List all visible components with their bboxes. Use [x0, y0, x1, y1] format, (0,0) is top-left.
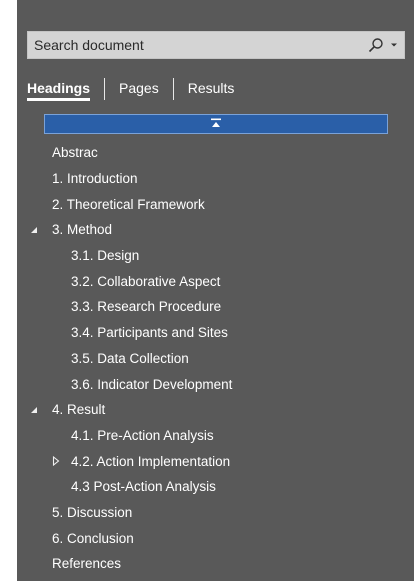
heading-item-collaborative-aspect[interactable]: 3.2. Collaborative Aspect [17, 268, 414, 294]
tab-headings[interactable]: Headings [27, 78, 91, 101]
heading-label: Abstrac [52, 145, 98, 161]
tab-divider [172, 78, 174, 100]
heading-label: 3.4. Participants and Sites [71, 325, 228, 341]
heading-item-data-collection[interactable]: 3.5. Data Collection [17, 346, 414, 372]
caret-down-icon[interactable] [390, 41, 398, 49]
search-icon[interactable] [368, 37, 384, 53]
heading-item-research-procedure[interactable]: 3.3. Research Procedure [17, 294, 414, 320]
tab-divider [104, 78, 106, 100]
search-input[interactable]: Search document [34, 37, 368, 53]
navigation-pane: Search document Headings Pages Results A… [17, 0, 414, 581]
heading-item-conclusion[interactable]: 6. Conclusion [17, 525, 414, 551]
expanded-triangle-icon[interactable] [30, 226, 52, 234]
collapse-up-icon [210, 115, 222, 133]
heading-label: 3.5. Data Collection [71, 350, 189, 366]
heading-item-discussion[interactable]: 5. Discussion [17, 500, 414, 526]
heading-item-indicator-development[interactable]: 3.6. Indicator Development [17, 371, 414, 397]
tab-pages[interactable]: Pages [119, 78, 159, 102]
heading-item-theoretical-framework[interactable]: 2. Theoretical Framework [17, 191, 414, 217]
heading-item-method[interactable]: 3. Method [17, 217, 414, 243]
heading-label: References [52, 556, 122, 572]
tab-results[interactable]: Results [188, 78, 235, 102]
heading-label: 4.2. Action Implementation [71, 453, 231, 469]
heading-label: 4.3 Post-Action Analysis [71, 479, 216, 495]
heading-label: 4. Result [52, 402, 106, 418]
search-options-button[interactable] [368, 32, 398, 58]
heading-item-post-action-analysis[interactable]: 4.3 Post-Action Analysis [17, 474, 414, 500]
heading-label: 3. Method [52, 222, 113, 238]
heading-item-abstract[interactable]: Abstrac [17, 140, 414, 166]
heading-item-design[interactable]: 3.1. Design [17, 243, 414, 269]
heading-label: 3.3. Research Procedure [71, 299, 222, 315]
heading-label: 6. Conclusion [52, 530, 134, 546]
heading-label: 2. Theoretical Framework [52, 196, 205, 212]
heading-item-pre-action-analysis[interactable]: 4.1. Pre-Action Analysis [17, 423, 414, 449]
tab-strip: Headings Pages Results [27, 78, 405, 104]
collapse-all-button[interactable] [44, 114, 388, 134]
search-box[interactable]: Search document [27, 31, 405, 59]
heading-label: 4.1. Pre-Action Analysis [71, 427, 214, 443]
collapsed-triangle-icon[interactable] [52, 456, 71, 467]
heading-label: 3.6. Indicator Development [71, 376, 233, 392]
expanded-triangle-icon[interactable] [30, 406, 52, 414]
heading-label: 1. Introduction [52, 171, 138, 187]
heading-item-action-implementation[interactable]: 4.2. Action Implementation [17, 448, 414, 474]
headings-tree: Abstrac 1. Introduction 2. Theoretical F… [17, 140, 414, 577]
heading-item-introduction[interactable]: 1. Introduction [17, 166, 414, 192]
heading-label: 3.2. Collaborative Aspect [71, 273, 221, 289]
heading-item-participants-and-sites[interactable]: 3.4. Participants and Sites [17, 320, 414, 346]
heading-item-references[interactable]: References [17, 551, 414, 577]
heading-item-result[interactable]: 4. Result [17, 397, 414, 423]
heading-label: 5. Discussion [52, 504, 133, 520]
heading-label: 3.1. Design [71, 248, 140, 264]
